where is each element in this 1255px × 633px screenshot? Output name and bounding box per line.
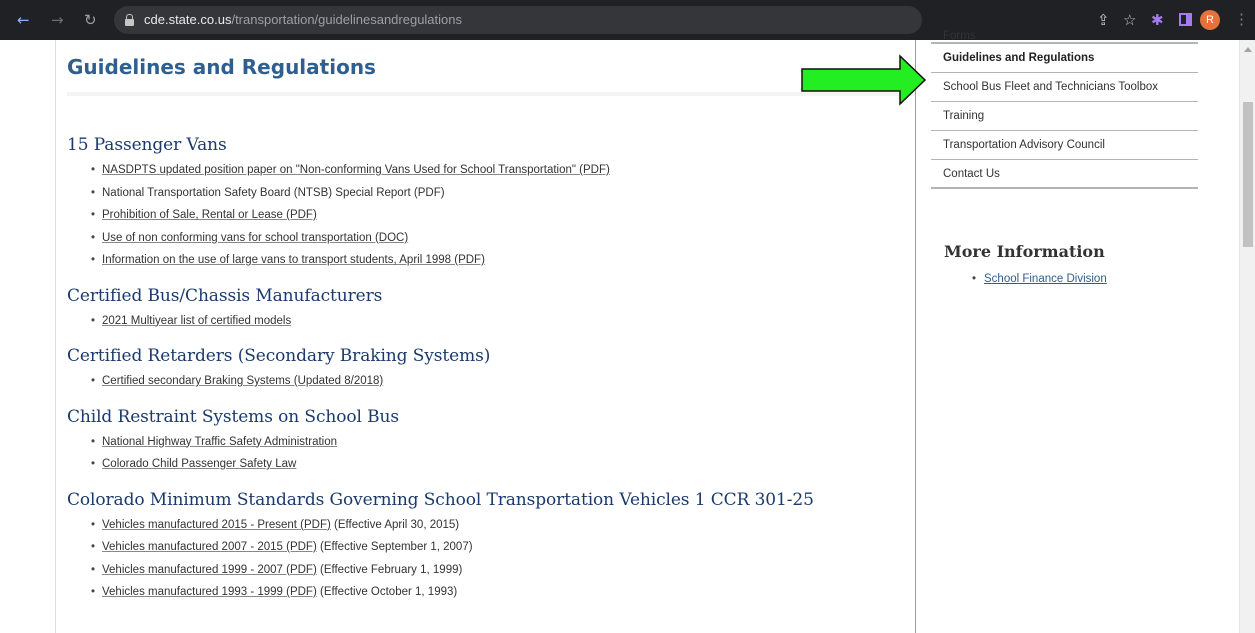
list-item-note: (Effective September 1, 2007) [316, 541, 473, 553]
section-list: NASDPTS updated position paper on "Non-c… [67, 159, 907, 272]
address-bar[interactable]: cde.state.co.us/transportation/guideline… [114, 6, 922, 34]
list-item: Information on the use of large vans to … [67, 249, 907, 272]
document-link[interactable]: 2021 Multiyear list of certified models [102, 315, 291, 327]
section-list: Vehicles manufactured 2015 - Present (PD… [67, 514, 907, 604]
list-item-note: (Effective February 1, 1999) [316, 563, 463, 576]
main-content: 15 Passenger Vans NASDPTS updated positi… [67, 134, 907, 617]
content-left-rule [55, 40, 56, 633]
list-item: NASDPTS updated position paper on "Non-c… [67, 159, 907, 182]
section-heading: Certified Bus/Chassis Manufacturers [67, 285, 383, 306]
sidebar-item-guidelines-and-regulations[interactable]: Guidelines and Regulations [931, 44, 1198, 73]
list-item: School Finance Division [944, 270, 1107, 288]
more-information-heading: More Information [944, 242, 1105, 261]
more-information-list: School Finance Division [944, 270, 1107, 288]
section-certified-retarders: Certified Retarders (Secondary Braking S… [67, 345, 907, 393]
sidebar-item-advisory-council[interactable]: Transportation Advisory Council [931, 131, 1198, 160]
section-bus-chassis-manufacturers: Certified Bus/Chassis Manufacturers 2021… [67, 285, 907, 333]
profile-avatar[interactable]: R [1200, 10, 1220, 30]
list-item: Certified secondary Braking Systems (Upd… [67, 370, 907, 393]
list-item-note: (Effective October 1, 1993) [316, 586, 458, 598]
list-item: Prohibition of Sale, Rental or Lease (PD… [67, 204, 907, 227]
list-item: National Transportation Safety Board (NT… [67, 182, 907, 205]
back-icon[interactable]: ← [17, 11, 30, 29]
school-finance-link[interactable]: School Finance Division [984, 273, 1107, 285]
title-underline [67, 92, 915, 96]
section-minimum-standards: Colorado Minimum Standards Governing Sch… [67, 489, 907, 604]
section-heading: Certified Retarders (Secondary Braking S… [67, 346, 491, 366]
scroll-up-arrow-icon[interactable] [1244, 47, 1252, 52]
scrollbar-thumb[interactable] [1243, 102, 1253, 247]
section-list: Certified secondary Braking Systems (Upd… [67, 370, 907, 393]
document-link[interactable]: Certified secondary Braking Systems (Upd… [102, 375, 383, 387]
section-heading: Colorado Minimum Standards Governing Sch… [67, 489, 814, 510]
section-child-restraint: Child Restraint Systems on School Bus Na… [67, 406, 907, 476]
document-link[interactable]: Vehicles manufactured 2015 - Present (PD… [102, 519, 331, 531]
sidebar-item-training[interactable]: Training [931, 102, 1198, 131]
document-link[interactable]: Prohibition of Sale, Rental or Lease (PD… [102, 209, 317, 221]
sidebar-nav: Forms Guidelines and Regulations School … [931, 30, 1198, 189]
section-heading: 15 Passenger Vans [67, 135, 227, 155]
share-icon[interactable]: ⇪ [1097, 10, 1110, 30]
list-item-note: National Transportation Safety Board (NT… [102, 186, 445, 199]
list-item: Colorado Child Passenger Safety Law [67, 453, 907, 476]
sidebar-item-forms[interactable]: Forms [931, 30, 1198, 44]
document-link[interactable]: Vehicles manufactured 1999 - 2007 (PDF) [102, 564, 317, 576]
document-link[interactable]: Colorado Child Passenger Safety Law [102, 458, 296, 470]
section-heading: Child Restraint Systems on School Bus [67, 406, 400, 427]
list-item: 2021 Multiyear list of certified models [67, 310, 907, 333]
document-link[interactable]: Vehicles manufactured 1993 - 1999 (PDF) [102, 586, 317, 598]
list-item: National Highway Traffic Safety Administ… [67, 431, 907, 454]
lock-icon[interactable] [125, 14, 134, 26]
annotation-arrow [801, 54, 927, 106]
page-title: Guidelines and Regulations [67, 55, 376, 79]
list-item: Vehicles manufactured 1999 - 2007 (PDF) … [67, 559, 907, 582]
section-passenger-vans: 15 Passenger Vans NASDPTS updated positi… [67, 134, 907, 272]
document-link[interactable]: Information on the use of large vans to … [102, 254, 485, 266]
sidebar-divider [915, 40, 916, 633]
reload-icon[interactable]: ↻ [84, 11, 97, 29]
document-link[interactable]: Vehicles manufactured 2007 - 2015 (PDF) [102, 541, 317, 553]
list-item-note: (Effective April 30, 2015) [330, 518, 460, 531]
section-list: 2021 Multiyear list of certified models [67, 310, 907, 333]
sidebar-item-contact-us[interactable]: Contact Us [931, 160, 1198, 189]
bookmark-star-icon[interactable]: ☆ [1123, 10, 1136, 30]
vertical-scrollbar[interactable] [1239, 40, 1255, 633]
extensions-icon[interactable]: ✱ [1151, 10, 1164, 30]
list-item: Vehicles manufactured 1993 - 1999 (PDF) … [67, 581, 907, 604]
page-content: Guidelines and Regulations 15 Passenger … [0, 30, 1255, 633]
document-link[interactable]: National Highway Traffic Safety Administ… [102, 436, 337, 448]
address-url[interactable]: cde.state.co.us/transportation/guideline… [144, 12, 462, 28]
list-item: Vehicles manufactured 2007 - 2015 (PDF) … [67, 536, 907, 559]
list-item: Use of non conforming vans for school tr… [67, 227, 907, 250]
menu-icon[interactable]: ⋮ [1234, 10, 1249, 30]
document-link[interactable]: NASDPTS updated position paper on "Non-c… [102, 164, 610, 176]
side-panel-icon[interactable] [1179, 13, 1192, 26]
document-link[interactable]: Use of non conforming vans for school tr… [102, 232, 408, 244]
list-item: Vehicles manufactured 2015 - Present (PD… [67, 514, 907, 537]
forward-icon[interactable]: → [51, 11, 64, 29]
section-list: National Highway Traffic Safety Administ… [67, 431, 907, 476]
sidebar-item-fleet-toolbox[interactable]: School Bus Fleet and Technicians Toolbox [931, 73, 1198, 102]
